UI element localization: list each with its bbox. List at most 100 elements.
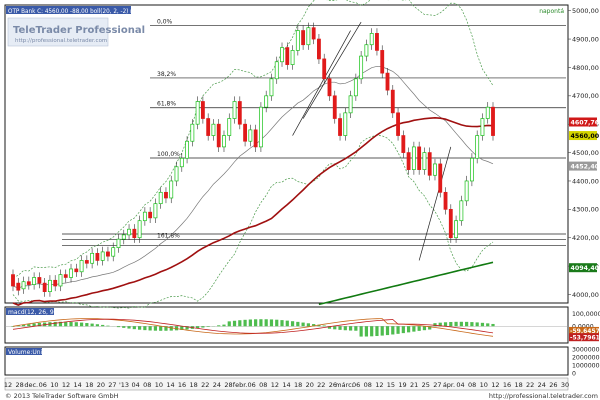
price-y-tick-label: 4400,00 [572,177,599,185]
candle-down [95,252,100,261]
x-axis-tick-label: 12 [271,381,279,389]
macd-histogram-bar [322,325,326,327]
macd-histogram-bar [380,326,384,336]
candle-down [200,101,205,119]
macd-histogram-bar [206,326,210,327]
macd-histogram-bar [333,326,337,330]
macd-histogram-bar [296,321,300,327]
volume-pane [4,346,569,376]
candle-up [269,78,274,97]
macd-histogram-bar [433,323,437,327]
candle-up [480,118,485,136]
macd-histogram-bar [412,326,416,332]
macd-histogram-bar [454,321,458,327]
candle-down [53,279,58,287]
macd-histogram-bar [359,326,363,337]
x-axis-tick-label: 04 [132,381,140,389]
price-value-label: 4452,40 [571,163,600,170]
macd-histogram-bar [449,321,453,327]
price-y-tick-label: 5000,00 [572,7,599,15]
candle-up [185,140,189,159]
x-axis-tick-label: 04 [456,381,464,389]
chart-title: OTP Bank C: 4560,00 -88,00 boll(20, 2, -… [8,8,204,15]
macd-histogram-bar [122,326,126,328]
candle-up [274,61,279,80]
macd-histogram-bar [475,322,479,327]
candle-up [232,101,237,119]
candle-up [195,101,200,125]
volume-y-tick-label: 1000000 [572,362,600,369]
macd-histogram-bar [348,326,353,331]
macd-histogram-bar [391,326,395,335]
candle-up [295,30,300,51]
candle-up [459,200,464,222]
candle-down [396,112,400,136]
candle-down [327,78,332,97]
x-axis-tick-label: 18 [294,381,302,389]
candle-down [11,274,15,287]
x-axis-tick-label: 18 [85,381,93,389]
macd-histogram-bar [227,321,231,327]
candle-up [227,118,232,136]
candle-up [142,211,147,222]
macd-y-tick-label: 100,0000 [572,311,600,318]
macd-histogram-bar [222,324,226,327]
price-y-tick-label: 4200,00 [572,234,599,242]
candle-up [32,277,37,285]
macd-histogram-bar [259,319,263,327]
macd-histogram-bar [232,320,237,327]
candle-up [121,234,126,240]
macd-histogram-bar [217,325,221,327]
macd-histogram-bar [385,326,390,336]
candle-down [26,281,31,285]
brand-url: http://professional.teletrader.com [15,38,107,44]
candle-up [174,166,179,182]
candle-up [348,95,353,114]
x-axis-tick-label: dec. [24,381,38,389]
x-axis-tick-label: 14 [166,381,174,389]
macd-histogram-bar [153,326,158,331]
macd-histogram-bar [417,326,421,331]
candle-up [153,203,158,219]
candle-down [390,89,395,114]
macd-histogram-bar [375,326,379,337]
fib-level-label: 100,0% [157,151,180,158]
macd-histogram-bar [132,326,136,330]
candle-down [243,123,248,142]
macd-histogram-bar [480,322,485,327]
x-axis-tick-label: 12 [375,381,383,389]
price-y-tick-label: 4800,00 [572,64,599,72]
candle-down [448,208,453,239]
candle-down [311,27,316,40]
price-y-tick-label: 4900,00 [572,35,599,43]
candle-down [338,118,342,136]
x-axis-tick-label: 26 [549,381,557,389]
x-axis-tick-label: 12 [491,381,499,389]
x-axis-tick-label: 08 [143,381,151,389]
x-axis-tick-label: 27 [433,381,441,389]
price-y-tick-label: 4300,00 [572,206,599,214]
macd-histogram-bar [301,322,305,327]
macd-histogram-bar [64,321,68,327]
candle-up [48,279,52,292]
candle-up [359,55,364,80]
candle-up [137,220,142,239]
x-axis-tick-label: 16 [178,381,186,389]
price-y-tick-label: 4500,00 [572,149,599,157]
candle-down [84,260,89,264]
x-axis-tick-label: 22 [317,381,325,389]
x-axis-tick-label: 10 [480,381,488,389]
candle-down [401,135,406,153]
macd-histogram-bar [148,326,152,331]
candle-up [464,180,469,202]
macd-histogram-bar [269,319,274,327]
x-axis-tick-label: 27 [108,381,116,389]
candle-down [385,72,390,91]
macd-histogram-bar [85,323,89,327]
candle-up [343,112,348,136]
candle-up [190,123,195,142]
x-axis-tick-label: 22 [526,381,534,389]
x-axis-tick-label: 24 [213,381,221,389]
x-axis-tick-label: 25 [422,381,430,389]
x-axis-tick-label: 20 [306,381,314,389]
